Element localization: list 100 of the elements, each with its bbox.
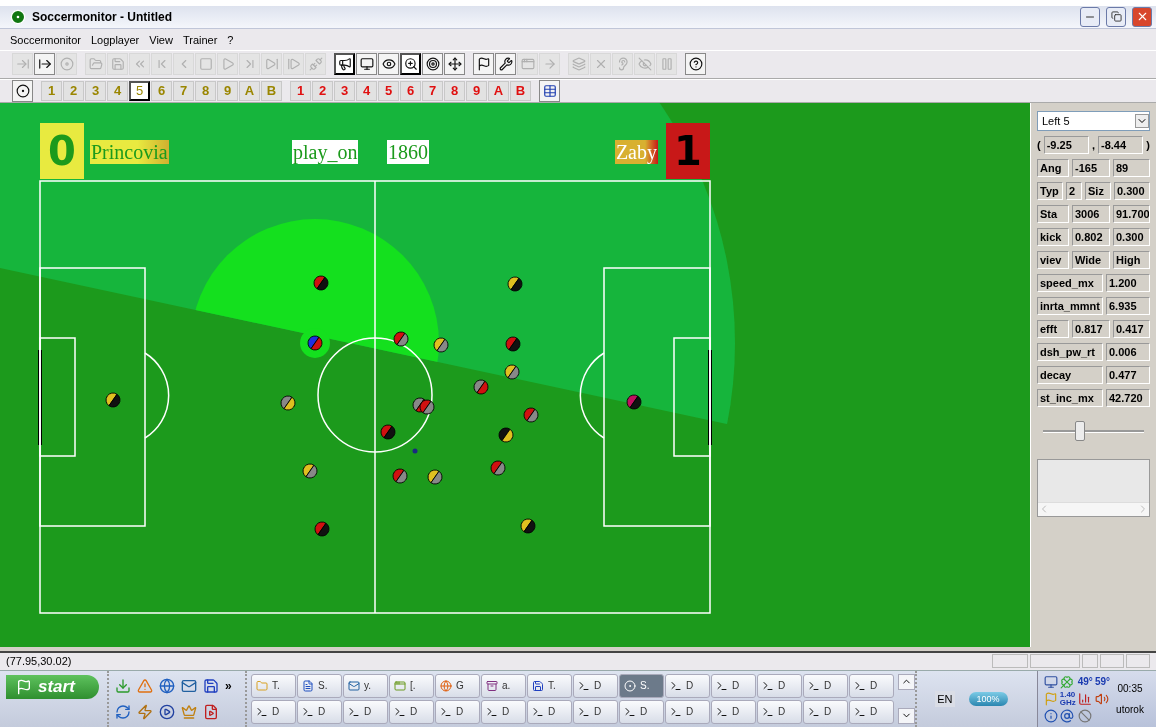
taskbar-button[interactable]: D bbox=[803, 674, 848, 698]
taskbar-button[interactable]: D bbox=[665, 700, 710, 724]
player-button[interactable]: 7 bbox=[422, 80, 443, 101]
toolbar-button[interactable] bbox=[473, 53, 494, 76]
taskbar-button[interactable]: D bbox=[389, 700, 434, 724]
taskbar-button[interactable]: [. bbox=[389, 674, 434, 698]
time-label: 1860 bbox=[387, 139, 429, 164]
player-dropdown[interactable]: Left 5 bbox=[1037, 110, 1150, 131]
taskbar-button[interactable]: D bbox=[343, 700, 388, 724]
player-button[interactable]: 2 bbox=[312, 80, 333, 101]
save-icon bbox=[532, 680, 544, 692]
connect-icon bbox=[15, 57, 30, 72]
whistle-icon bbox=[337, 57, 352, 72]
slider-thumb[interactable] bbox=[1075, 420, 1086, 441]
taskbar-button[interactable]: D bbox=[619, 700, 664, 724]
layers-icon bbox=[571, 57, 586, 72]
player-marker bbox=[280, 395, 296, 411]
taskbar-button[interactable]: D bbox=[711, 674, 756, 698]
toolbar-button[interactable] bbox=[685, 53, 706, 76]
launcher-icon[interactable] bbox=[159, 678, 175, 694]
taskbar-button[interactable]: y. bbox=[343, 674, 388, 698]
menu-item[interactable]: Trainer bbox=[182, 33, 218, 46]
console-icon bbox=[716, 706, 728, 718]
player-marker bbox=[505, 336, 521, 352]
taskbar-button[interactable]: D bbox=[297, 700, 342, 724]
taskbar-button[interactable]: D bbox=[527, 700, 572, 724]
info-cell: 1.200 bbox=[1106, 273, 1150, 292]
taskbar-button[interactable]: D bbox=[757, 700, 802, 724]
toolbar-button[interactable] bbox=[444, 53, 465, 76]
launcher-icon[interactable] bbox=[159, 704, 175, 720]
bracket-text: ( bbox=[1037, 138, 1041, 151]
scroll-up-button[interactable] bbox=[898, 674, 916, 690]
player-button[interactable]: 1 bbox=[290, 80, 311, 101]
horizontal-scrollbar[interactable] bbox=[1038, 501, 1149, 516]
console-icon bbox=[348, 706, 360, 718]
toolbar-button[interactable] bbox=[422, 53, 443, 76]
menu-item[interactable]: View bbox=[149, 33, 173, 46]
taskbar-button[interactable]: D bbox=[481, 700, 526, 724]
player-button[interactable]: 5 bbox=[129, 80, 150, 101]
taskbar-button[interactable]: D bbox=[849, 700, 894, 724]
menu-item[interactable]: Soccermonitor bbox=[10, 33, 81, 46]
console-icon bbox=[808, 706, 820, 718]
console-icon bbox=[716, 680, 728, 692]
launcher-icon[interactable] bbox=[203, 678, 219, 694]
player-button[interactable]: 8 bbox=[444, 80, 465, 101]
player-button[interactable]: 9 bbox=[466, 80, 487, 101]
player-marker bbox=[490, 460, 506, 476]
scroll-down-button[interactable] bbox=[898, 708, 916, 724]
taskbar-button[interactable]: S. bbox=[297, 674, 342, 698]
launcher-icon[interactable] bbox=[203, 704, 219, 720]
toolbar-button[interactable] bbox=[34, 53, 55, 76]
ball-button[interactable] bbox=[12, 79, 33, 102]
console-icon bbox=[486, 706, 498, 718]
launcher-icon[interactable] bbox=[115, 678, 131, 694]
player-button[interactable]: 3 bbox=[334, 80, 355, 101]
toolbar-button[interactable] bbox=[400, 53, 421, 76]
taskbar-button[interactable]: T. bbox=[527, 674, 572, 698]
window-title: Soccermonitor - Untitled bbox=[32, 10, 173, 24]
player-button[interactable]: 6 bbox=[400, 80, 421, 101]
info-cell: speed_mx bbox=[1037, 273, 1103, 292]
taskbar-button[interactable]: D bbox=[665, 674, 710, 698]
taskbar-button[interactable]: D bbox=[251, 700, 296, 724]
more-launchers-button[interactable]: » bbox=[225, 679, 239, 693]
globe-icon bbox=[440, 680, 452, 692]
taskbar-button[interactable]: D bbox=[757, 674, 802, 698]
info-cell: efft bbox=[1037, 319, 1069, 338]
taskbar-button[interactable]: G bbox=[435, 674, 480, 698]
launcher-icon[interactable] bbox=[181, 678, 197, 694]
player-button[interactable]: 5 bbox=[378, 80, 399, 101]
taskbar-button[interactable]: D bbox=[849, 674, 894, 698]
taskbar-button[interactable]: T. bbox=[251, 674, 296, 698]
toolbar-button[interactable] bbox=[495, 53, 516, 76]
taskbar-button[interactable]: D bbox=[435, 700, 480, 724]
language-indicator[interactable]: EN bbox=[935, 691, 955, 707]
menu-item[interactable]: ? bbox=[227, 33, 234, 46]
toolbar-button[interactable] bbox=[378, 53, 399, 76]
taskbar-button[interactable]: a. bbox=[481, 674, 526, 698]
taskbar-button[interactable]: D bbox=[573, 674, 618, 698]
coordinate-field: -9.25 bbox=[1043, 135, 1089, 154]
player-marker bbox=[498, 427, 514, 443]
menu-item[interactable]: Logplayer bbox=[90, 33, 140, 46]
toolbar-button[interactable] bbox=[334, 53, 355, 76]
status-pane bbox=[1126, 654, 1150, 669]
table-button[interactable] bbox=[539, 79, 560, 102]
player-button[interactable]: 4 bbox=[356, 80, 377, 101]
launcher-icon[interactable] bbox=[137, 704, 153, 720]
toolbar-button[interactable] bbox=[356, 53, 377, 76]
taskbar-button[interactable]: D bbox=[711, 700, 756, 724]
player-button[interactable]: A bbox=[488, 80, 509, 101]
taskbar-button[interactable]: S. bbox=[619, 674, 664, 698]
clock-time: 00:35 bbox=[1117, 683, 1143, 694]
player-button[interactable]: B bbox=[510, 80, 531, 101]
network-icon bbox=[1043, 674, 1058, 689]
ball-icon bbox=[15, 83, 30, 98]
launcher-icon[interactable] bbox=[115, 704, 131, 720]
taskbar-button[interactable]: D bbox=[573, 700, 618, 724]
minimize-button[interactable] bbox=[1080, 7, 1100, 27]
close-button[interactable] bbox=[1132, 7, 1152, 27]
restore-button[interactable] bbox=[1106, 7, 1126, 27]
taskbar-button[interactable]: D bbox=[803, 700, 848, 724]
